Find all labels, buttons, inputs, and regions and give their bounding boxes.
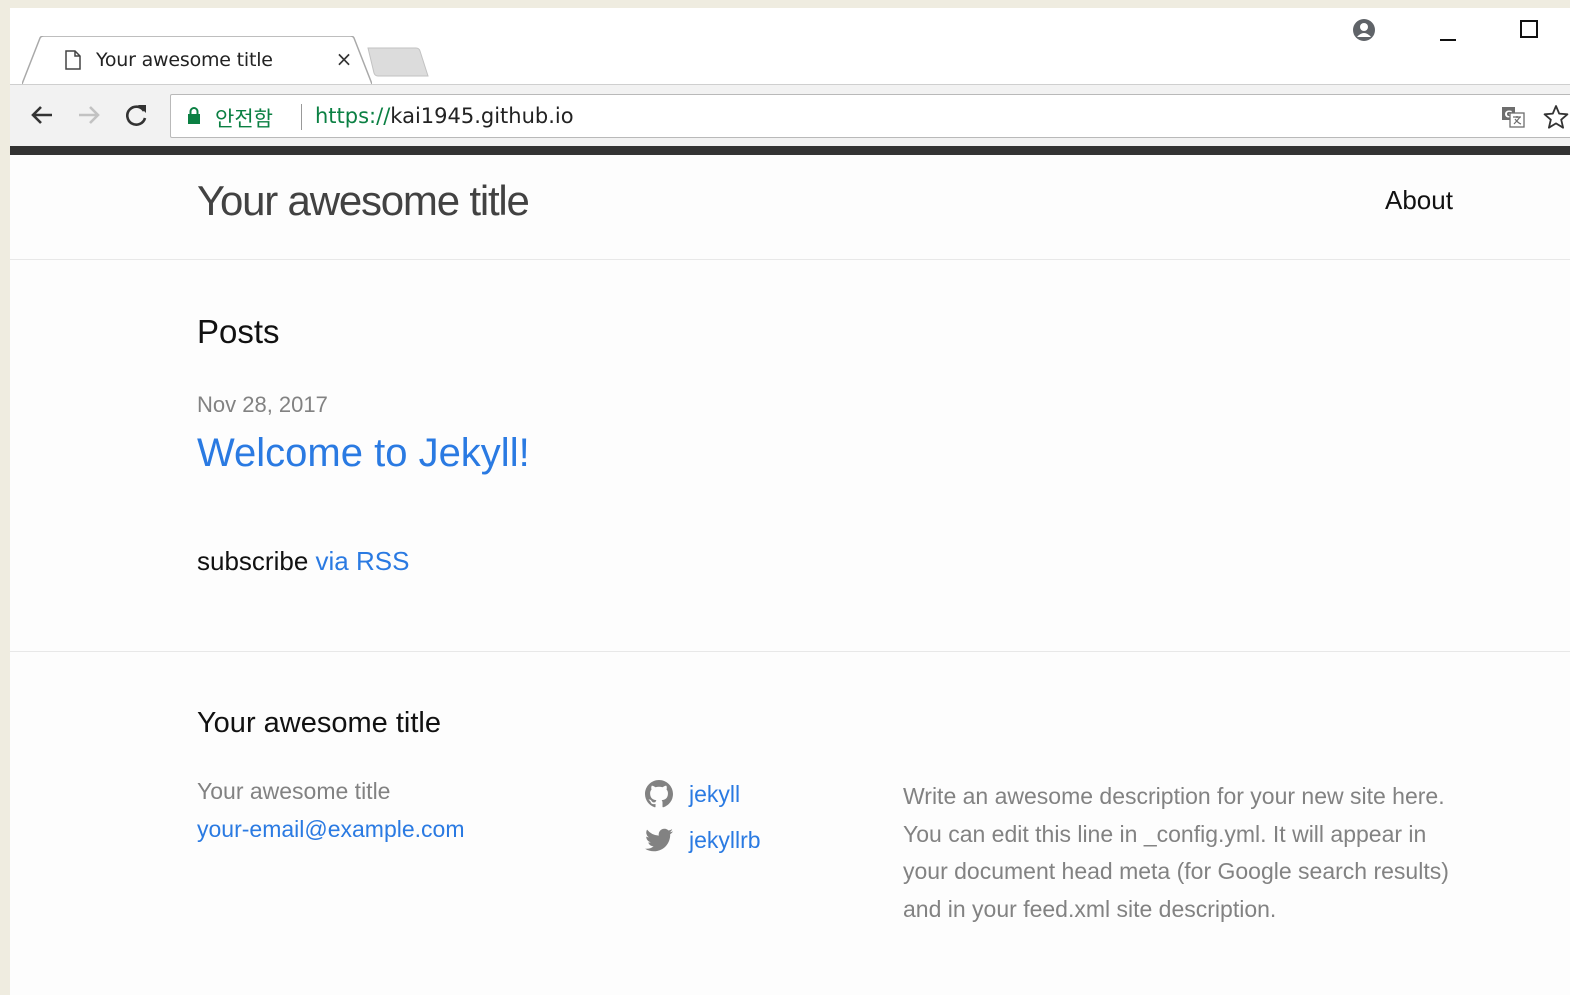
page-icon (65, 50, 81, 70)
github-icon (645, 780, 673, 808)
rss-link[interactable]: via RSS (316, 546, 410, 576)
footer-heading: Your awesome title (197, 707, 441, 739)
minimize-icon[interactable] (1428, 18, 1468, 44)
twitter-icon (645, 828, 673, 852)
social-github[interactable]: jekyll (645, 776, 740, 812)
url-host: kai1945.github.io (390, 104, 574, 128)
tab-close-icon[interactable]: × (334, 48, 354, 70)
posts-heading: Posts (197, 313, 280, 350)
browser-tab[interactable]: Your awesome title × (22, 36, 372, 84)
maximize-icon[interactable] (1510, 18, 1550, 44)
browser-toolbar: 안전함 https://kai1945.github.io G (10, 84, 1570, 146)
translate-icon[interactable]: G (1501, 106, 1525, 128)
post-date: Nov 28, 2017 (197, 392, 328, 417)
github-username-link[interactable]: jekyll (689, 781, 740, 808)
nav-about-link[interactable]: About (1385, 185, 1453, 216)
browser-window: Your awesome title × 안전함 https://kai1945… (10, 8, 1570, 995)
twitter-username-link[interactable]: jekyllrb (689, 827, 761, 854)
site-footer: Your awesome title Your awesome title yo… (10, 651, 1570, 995)
url-scheme: https:// (315, 104, 391, 128)
new-tab-button[interactable] (366, 46, 430, 78)
subscribe-line: subscribe via RSS (197, 546, 409, 577)
tab-strip: Your awesome title × (10, 8, 1570, 88)
footer-site-name: Your awesome title (197, 778, 391, 804)
profile-icon[interactable] (1350, 16, 1378, 44)
subscribe-text: subscribe (197, 546, 309, 576)
lock-icon (188, 107, 200, 124)
page-content: Your awesome title About Posts Nov 28, 2… (10, 146, 1570, 995)
reload-icon[interactable] (120, 99, 152, 131)
back-icon[interactable] (26, 99, 58, 131)
social-twitter[interactable]: jekyllrb (645, 822, 761, 858)
omnibox-divider (301, 104, 302, 130)
site-title-link[interactable]: Your awesome title (197, 177, 530, 225)
tab-title: Your awesome title (96, 49, 273, 71)
footer-email-link[interactable]: your-email@example.com (197, 816, 465, 843)
url-text[interactable]: https://kai1945.github.io (315, 104, 574, 128)
forward-icon[interactable] (73, 99, 105, 131)
site-header: Your awesome title About (10, 155, 1570, 260)
post-title-link[interactable]: Welcome to Jekyll! (197, 431, 530, 476)
secure-label: 안전함 (215, 107, 273, 131)
site-description: Write an awesome description for your ne… (903, 783, 1449, 922)
address-bar[interactable]: 안전함 https://kai1945.github.io G (170, 94, 1570, 138)
bookmark-star-icon[interactable] (1543, 104, 1569, 130)
